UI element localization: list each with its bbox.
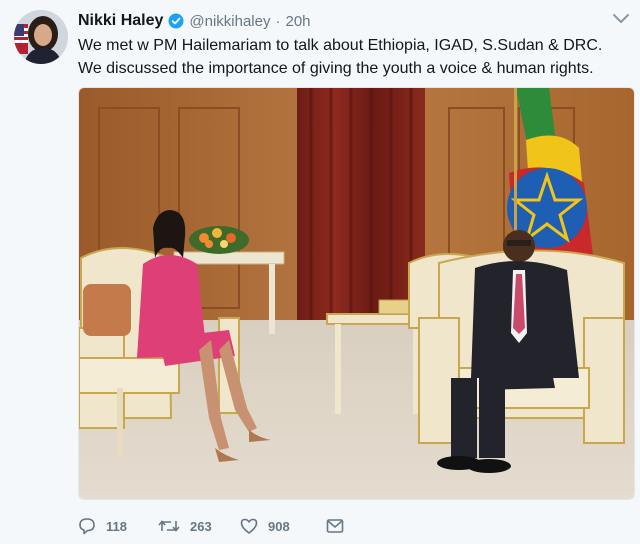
tweet-text: We met w PM Hailemariam to talk about Et… — [78, 37, 603, 77]
reply-count: 118 — [106, 518, 127, 534]
like-count: 908 — [268, 518, 290, 534]
retweet-button[interactable]: 263 — [158, 517, 240, 535]
reply-icon — [78, 517, 96, 535]
tweet-photo[interactable] — [78, 87, 635, 500]
reply-button[interactable]: 118 — [78, 517, 158, 535]
direct-message-button[interactable] — [326, 518, 356, 534]
verified-badge-icon — [168, 13, 184, 29]
tweet-card[interactable]: Nikki Haley @nikkihaley · 20h We met w P… — [0, 0, 640, 544]
author-name[interactable]: Nikki Haley — [78, 12, 163, 30]
tweet-actions: 118 263 908 — [78, 514, 356, 538]
heart-icon — [240, 517, 258, 535]
chevron-down-icon[interactable] — [612, 12, 630, 26]
avatar[interactable] — [14, 10, 68, 64]
retweet-icon — [158, 517, 180, 535]
retweet-count: 263 — [190, 518, 212, 534]
timestamp[interactable]: 20h — [285, 13, 310, 30]
envelope-icon — [326, 518, 344, 534]
like-button[interactable]: 908 — [240, 517, 326, 535]
tweet-header: Nikki Haley @nikkihaley · 20h — [78, 10, 600, 32]
author-handle[interactable]: @nikkihaley — [189, 13, 270, 30]
separator-dot: · — [275, 12, 281, 30]
